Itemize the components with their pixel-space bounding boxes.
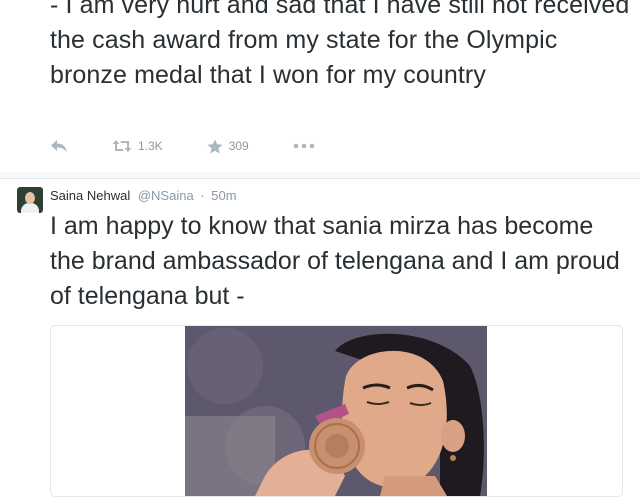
star-icon	[207, 139, 223, 153]
avatar-face	[25, 192, 35, 204]
author-name[interactable]: Saina Nehwal	[50, 188, 130, 203]
tweet-text: - I am very hurt and sad that I have sti…	[50, 0, 630, 89]
retweet-icon	[112, 140, 132, 152]
separator: ·	[200, 188, 205, 203]
favorite-count: 309	[228, 139, 249, 153]
media-card[interactable]	[50, 325, 623, 497]
photo-illustration	[185, 326, 487, 496]
tweet-previous[interactable]: - I am very hurt and sad that I have sti…	[0, 0, 640, 173]
tweet-divider	[0, 172, 640, 179]
reply-button[interactable]	[50, 139, 68, 153]
retweet-button[interactable]: 1.3K	[112, 139, 163, 153]
avatar-body	[21, 203, 39, 213]
more-button[interactable]	[293, 143, 315, 149]
tweet-photo[interactable]	[185, 326, 487, 496]
author-handle[interactable]: @NSaina	[138, 188, 194, 203]
tweet-text: I am happy to know that sania mirza has …	[50, 212, 620, 310]
tweet-actions: 1.3K 309	[50, 136, 359, 156]
retweet-count: 1.3K	[138, 139, 163, 153]
more-icon	[293, 143, 315, 149]
avatar[interactable]	[17, 187, 43, 213]
tweet-main[interactable]: Saina Nehwal @NSaina · 50m I am happy to…	[0, 179, 640, 497]
timestamp[interactable]: 50m	[211, 188, 236, 203]
favorite-button[interactable]: 309	[207, 139, 249, 154]
tweet-header: Saina Nehwal @NSaina · 50m	[50, 188, 237, 203]
reply-icon	[51, 140, 67, 152]
